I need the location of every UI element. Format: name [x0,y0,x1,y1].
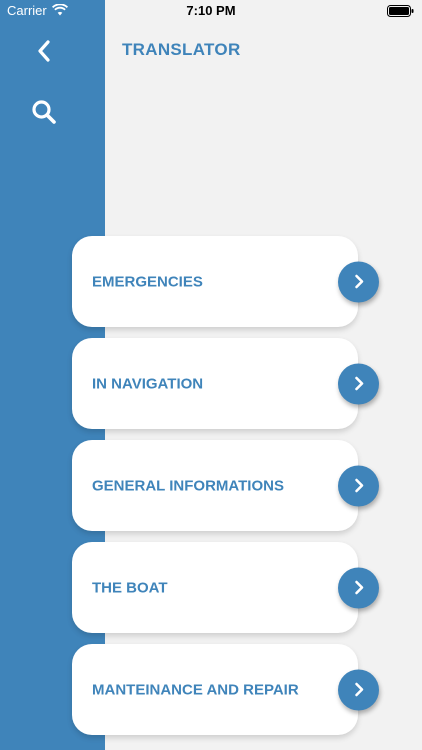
chevron-right-icon [354,376,363,391]
arrow-button[interactable] [338,669,379,710]
menu-item-label: EMERGENCIES [92,273,203,290]
back-button[interactable] [30,37,58,65]
search-button[interactable] [30,98,58,126]
menu-item-emergencies[interactable]: EMERGENCIES [72,236,379,327]
menu-item-the-boat[interactable]: THE BOAT [72,542,379,633]
battery-icon [387,5,414,17]
menu-item-general-informations[interactable]: GENERAL INFORMATIONS [72,440,379,531]
menu-item-manteinance-and-repair[interactable]: MANTEINANCE AND REPAIR [72,644,379,735]
chevron-right-icon [354,682,363,697]
arrow-button[interactable] [338,567,379,608]
chevron-right-icon [354,274,363,289]
menu-list: EMERGENCIES IN NAVIGATION GENERAL INFORM… [72,236,384,746]
menu-item-label: THE BOAT [92,579,168,596]
status-bar: Carrier 7:10 PM [0,0,422,22]
chevron-right-icon [354,478,363,493]
page-title: TRANSLATOR [122,40,241,59]
status-time: 7:10 PM [186,3,236,18]
menu-item-label: MANTEINANCE AND REPAIR [92,681,299,698]
arrow-button[interactable] [338,363,379,404]
chevron-right-icon [354,580,363,595]
menu-item-label: IN NAVIGATION [92,375,204,392]
menu-item-label: GENERAL INFORMATIONS [92,477,284,494]
menu-item-in-navigation[interactable]: IN NAVIGATION [72,338,379,429]
search-icon [32,100,56,124]
arrow-button[interactable] [338,261,379,302]
chevron-left-icon [38,40,50,62]
arrow-button[interactable] [338,465,379,506]
